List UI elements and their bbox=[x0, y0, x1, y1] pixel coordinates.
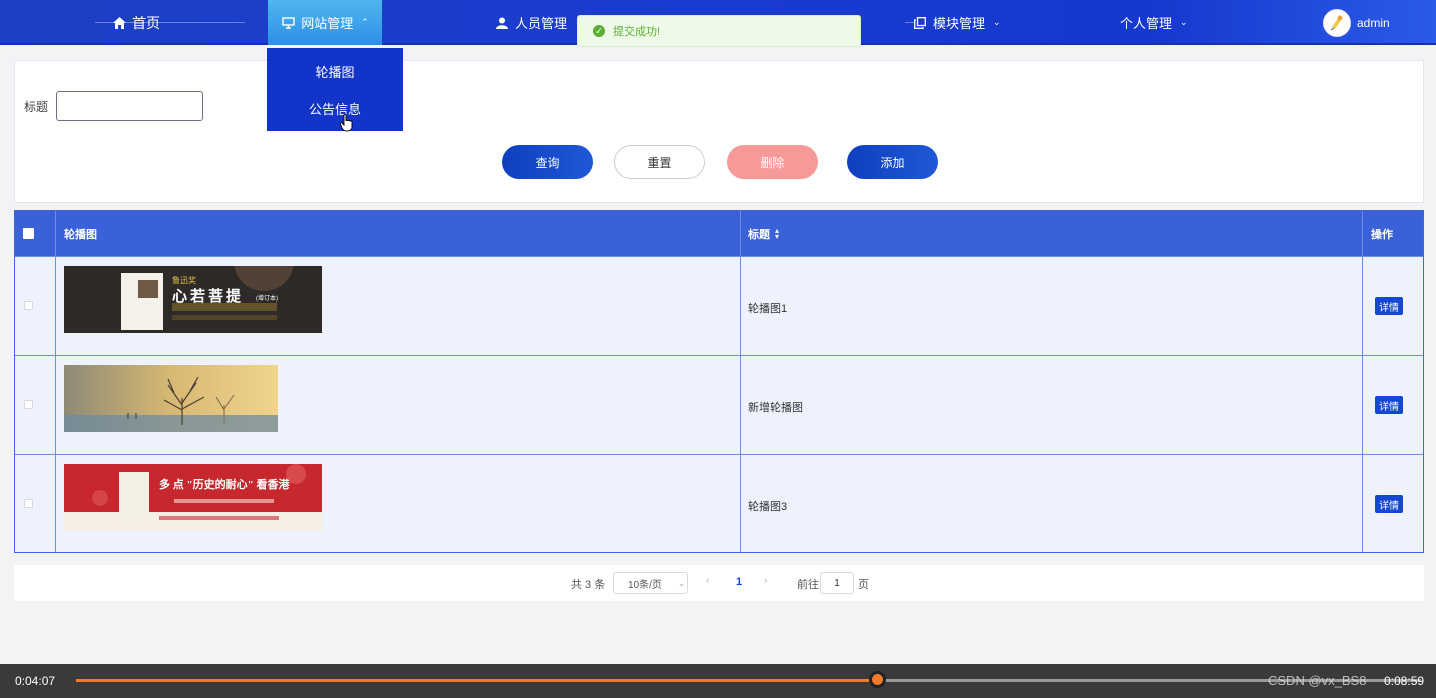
dropdown-item-notice[interactable]: 公告信息 bbox=[267, 90, 403, 127]
title-search-input[interactable] bbox=[56, 91, 203, 121]
prev-page-button[interactable]: ‹ bbox=[706, 575, 710, 587]
carousel-table: 轮播图 标题 ▴ ▾ 操作 鲁迅奖 心若菩提 (增订本) 轮播图1 详情 新增轮… bbox=[14, 210, 1424, 553]
nav-label-people: 人员管理 bbox=[515, 16, 568, 31]
sort-icon[interactable]: ▴ ▾ bbox=[775, 226, 779, 240]
total-duration: 0:08:59 bbox=[1384, 674, 1425, 688]
row-title: 新增轮播图 bbox=[748, 402, 803, 414]
next-page-button[interactable]: › bbox=[764, 575, 768, 587]
pagination-total: 共 3 条 bbox=[571, 579, 606, 591]
nav-item-website[interactable]: 网站管理 ⌃ bbox=[268, 0, 382, 45]
nav-item-modules[interactable]: 模块管理 ⌄ bbox=[913, 0, 1001, 45]
copy-icon bbox=[913, 16, 927, 30]
page-size-value: 10条/页 bbox=[628, 579, 662, 591]
nav-item-people[interactable]: 人员管理 ⌄ bbox=[495, 0, 583, 45]
nav-label-website: 网站管理 bbox=[301, 16, 354, 31]
elapsed-time: 0:04:07 bbox=[15, 674, 56, 688]
detail-button[interactable]: 详情 bbox=[1375, 396, 1403, 414]
banner-1-title: 心若菩提 bbox=[172, 288, 245, 305]
row-checkbox[interactable] bbox=[24, 301, 33, 310]
detail-button[interactable]: 详情 bbox=[1375, 495, 1403, 513]
avatar[interactable] bbox=[1323, 9, 1351, 37]
header-title[interactable]: 标题 ▴ ▾ bbox=[748, 211, 779, 256]
website-dropdown-menu: 轮播图 公告信息 bbox=[267, 48, 403, 131]
row-checkbox[interactable] bbox=[24, 400, 33, 409]
header-actions: 操作 bbox=[1371, 228, 1393, 241]
chevron-down-icon: ⌄ bbox=[1180, 17, 1188, 27]
nav-label-modules: 模块管理 bbox=[933, 16, 986, 31]
add-button[interactable]: 添加 bbox=[847, 145, 938, 179]
title-label: 标题 bbox=[24, 100, 49, 114]
carousel-image-1: 鲁迅奖 心若菩提 (增订本) bbox=[64, 266, 322, 333]
carousel-image-3: 多 点 "历史的耐心" 看香港 bbox=[64, 464, 322, 531]
query-button[interactable]: 查询 bbox=[502, 145, 593, 179]
user-icon bbox=[495, 16, 509, 30]
nav-label-personal: 个人管理 bbox=[1120, 16, 1173, 31]
header-image: 轮播图 bbox=[64, 228, 97, 241]
row-checkbox[interactable] bbox=[24, 499, 33, 508]
delete-button[interactable]: 删除 bbox=[727, 145, 818, 179]
progress-track[interactable] bbox=[76, 679, 1421, 682]
dropdown-item-carousel[interactable]: 轮播图 bbox=[267, 53, 403, 90]
video-player-bar: 0:04:07 CSDN @vx_BS8 0:08:59 bbox=[0, 664, 1436, 698]
header-select-all[interactable] bbox=[23, 211, 34, 256]
header-title-label: 标题 bbox=[748, 228, 770, 241]
reset-button[interactable]: 重置 bbox=[614, 145, 705, 179]
chevron-up-icon: ⌃ bbox=[361, 17, 369, 27]
watermark: CSDN @vx_BS8 bbox=[1268, 673, 1367, 688]
progress-fill bbox=[76, 679, 878, 682]
goto-label: 前往 bbox=[797, 579, 819, 591]
progress-handle[interactable] bbox=[869, 671, 886, 688]
goto-page-input[interactable]: 1 bbox=[820, 572, 854, 594]
monitor-icon bbox=[281, 16, 295, 30]
pagination: 共 3 条 10条/页 ⌄ ‹ 1 › 前往 1 页 bbox=[14, 565, 1424, 601]
detail-button[interactable]: 详情 bbox=[1375, 297, 1403, 315]
home-icon bbox=[112, 16, 126, 30]
carousel-image-2 bbox=[64, 365, 278, 432]
toast-message: 提交成功! bbox=[613, 26, 661, 38]
banner-3-headline: 多 点 "历史的耐心" 看香港 bbox=[159, 479, 290, 491]
chevron-down-icon: ⌄ bbox=[677, 577, 686, 588]
success-toast: ✓ 提交成功! bbox=[577, 15, 861, 47]
page-label: 页 bbox=[858, 579, 869, 591]
row-title: 轮播图1 bbox=[748, 303, 788, 315]
chevron-down-icon: ⌄ bbox=[993, 17, 1001, 27]
row-title: 轮播图3 bbox=[748, 501, 788, 513]
table-header: 轮播图 标题 ▴ ▾ 操作 bbox=[15, 211, 1423, 256]
hand-cursor-icon bbox=[339, 113, 354, 137]
select-all-checkbox[interactable] bbox=[23, 228, 34, 239]
check-circle-icon: ✓ bbox=[593, 25, 605, 37]
current-page[interactable]: 1 bbox=[736, 576, 742, 588]
page-size-select[interactable]: 10条/页 ⌄ bbox=[613, 572, 688, 594]
table-row: 鲁迅奖 心若菩提 (增订本) 轮播图1 详情 bbox=[15, 256, 1423, 355]
table-row: 新增轮播图 详情 bbox=[15, 355, 1423, 454]
table-row: 多 点 "历史的耐心" 看香港 轮播图3 详情 bbox=[15, 454, 1423, 553]
search-panel: 标题 查询 重置 删除 添加 bbox=[14, 60, 1424, 203]
nav-item-home[interactable]: 首页 bbox=[112, 0, 160, 45]
nav-label-home: 首页 bbox=[132, 14, 160, 31]
banner-1-subtitle: (增订本) bbox=[256, 296, 278, 302]
nav-item-personal[interactable]: 个人管理 ⌄ bbox=[1120, 0, 1188, 45]
user-name[interactable]: admin bbox=[1357, 16, 1390, 30]
